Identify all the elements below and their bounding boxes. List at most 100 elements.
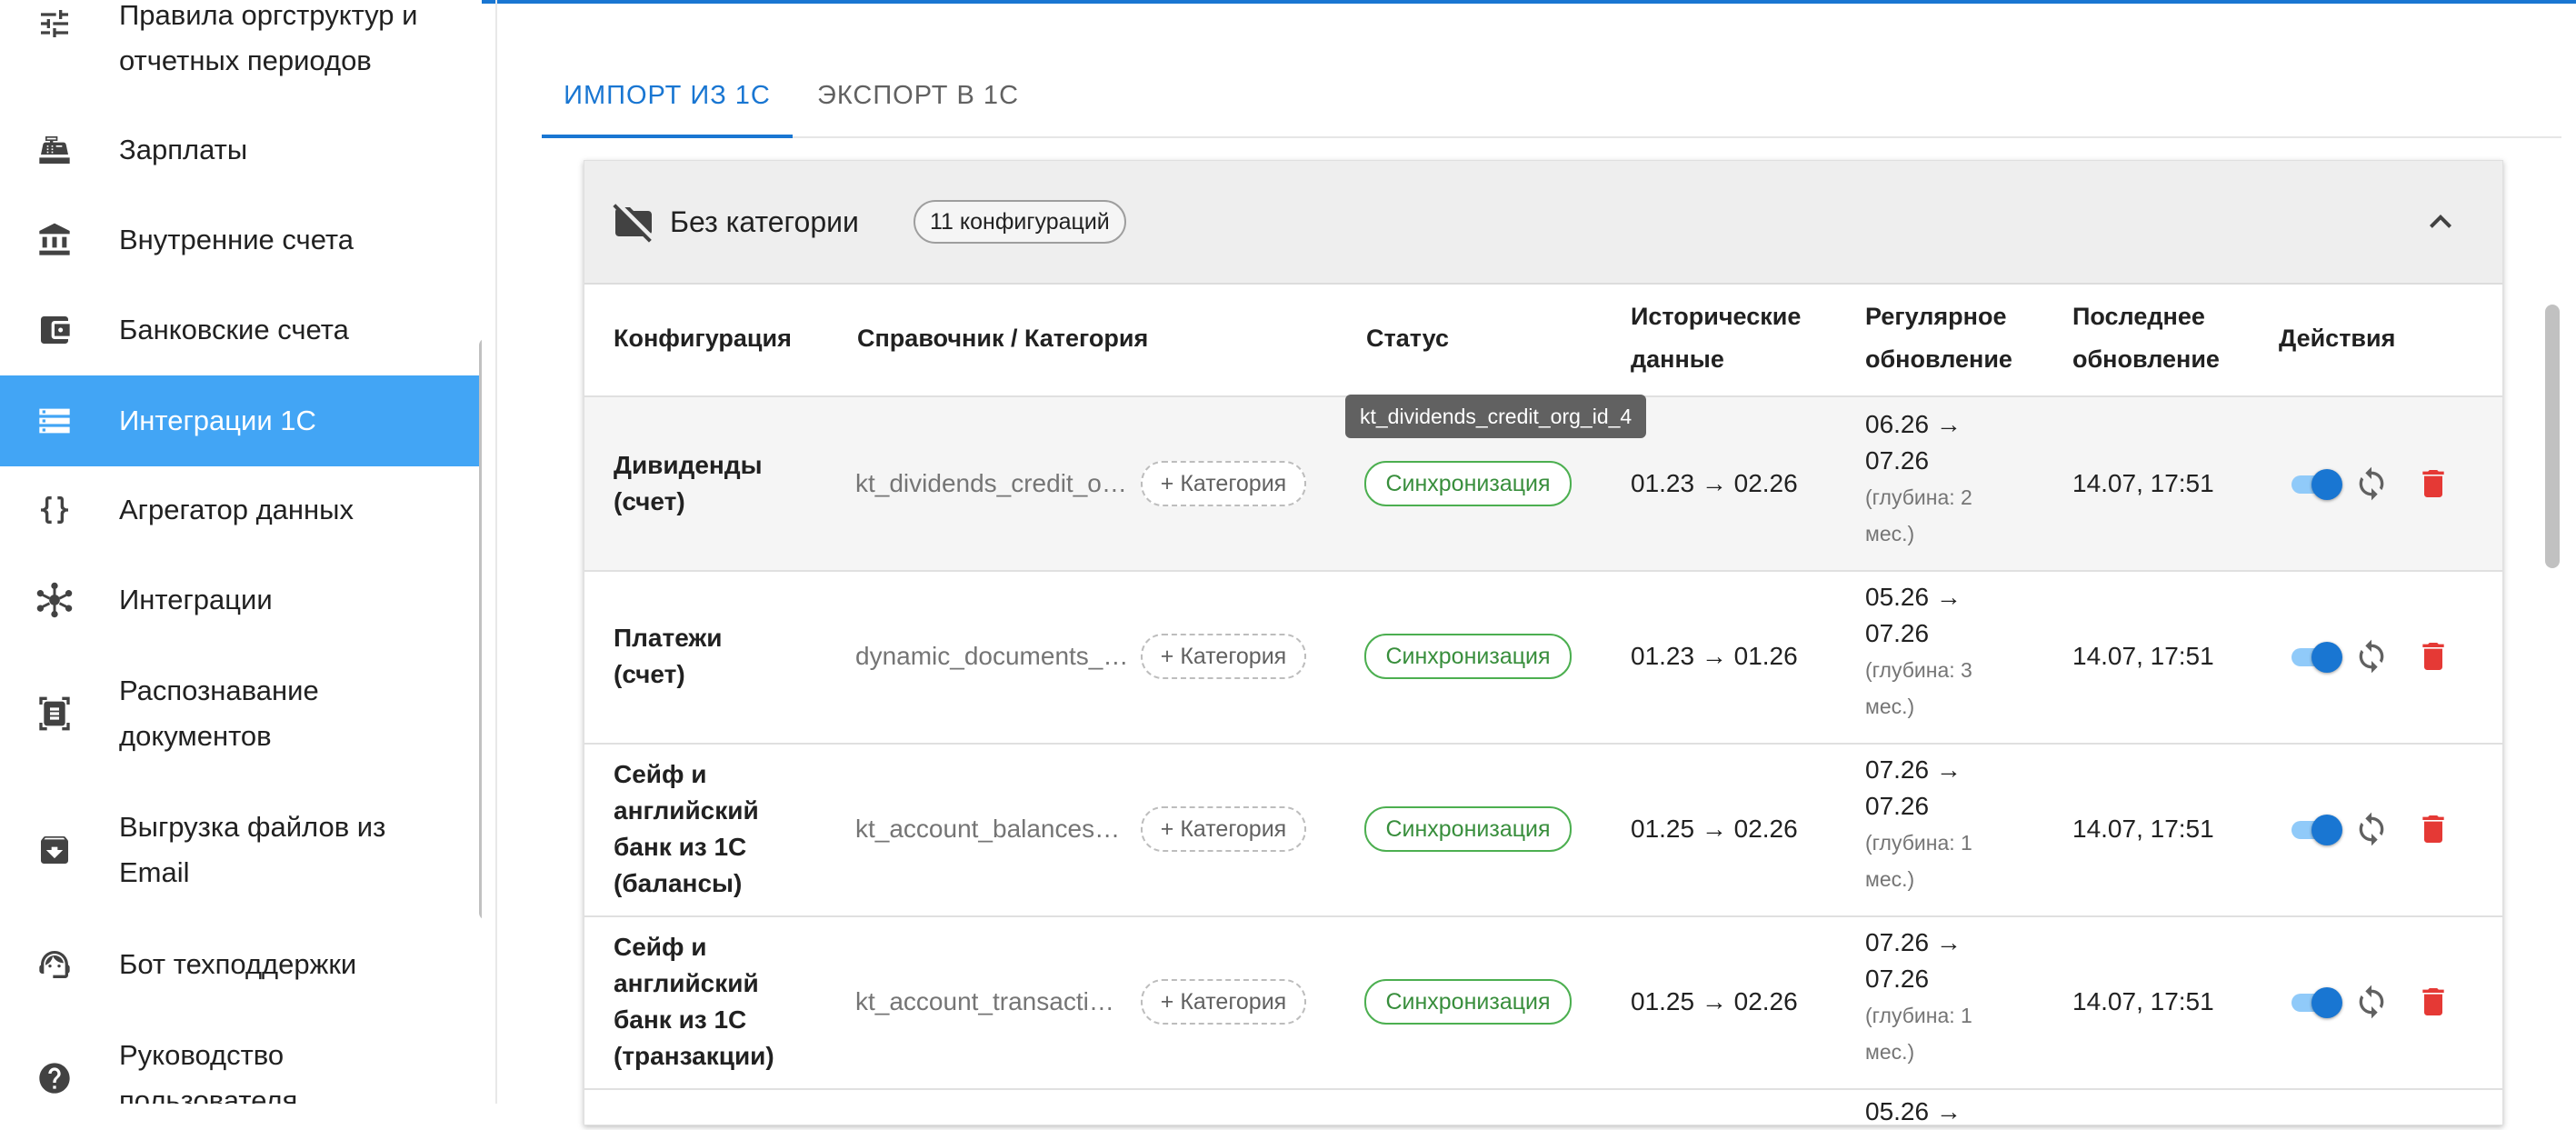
partial-row-regular-update: 05.26 → [1865, 1097, 1962, 1125]
col-regular: Регулярное обновление [1865, 303, 2012, 373]
sidebar-item-org-rules[interactable]: Правила оргструктур и отчетных периодов [0, 0, 482, 84]
ref-name[interactable]: kt_account_balances… [855, 811, 1120, 847]
enable-toggle[interactable] [2288, 638, 2342, 675]
col-config: Конфигурация [614, 325, 792, 352]
tune-icon [33, 2, 76, 45]
sidebar: Правила оргструктур и отчетных периодов … [0, 0, 482, 1104]
col-actions: Действия [2279, 325, 2396, 352]
historical-range: 01.23 → 01.26 [1631, 642, 1798, 670]
table-row[interactable]: Сейф и английский банк из 1С (транзакции) kt… [584, 915, 2502, 1090]
sidebar-item-1c-integrations[interactable]: Интеграции 1С [0, 375, 482, 466]
regular-update: 06.26 → 07.26 (глубина: 2 мес.) [1865, 410, 1972, 545]
enable-toggle[interactable] [2288, 465, 2342, 502]
support-agent-icon [33, 943, 76, 986]
add-category-button[interactable]: + Категория [1141, 979, 1306, 1025]
regular-update: 05.26 → 07.26 (глубина: 3 мес.) [1865, 583, 1972, 718]
add-category-button[interactable]: + Категория [1141, 461, 1306, 506]
sidebar-item-label: Банковские счета [119, 314, 349, 345]
config-count-badge: 11 конфигураций [914, 200, 1126, 244]
sidebar-item-label: Агрегатор данных [119, 494, 354, 525]
sync-icon[interactable] [2353, 811, 2390, 847]
sync-icon[interactable] [2353, 984, 2390, 1020]
main-scrollbar[interactable] [2545, 305, 2560, 568]
category-group-card: Без категории 11 конфигураций Конфигурац… [584, 160, 2503, 1125]
sidebar-item-label: Выгрузка файлов из Email [119, 811, 386, 888]
archive-icon [33, 828, 76, 872]
add-category-button[interactable]: + Категория [1141, 634, 1306, 679]
folder-off-icon [612, 200, 655, 244]
historical-range: 01.25 → 02.26 [1631, 987, 1798, 1015]
add-category-button[interactable]: + Категория [1141, 806, 1306, 852]
wallet-icon [33, 308, 76, 352]
sidebar-item-label: Правила оргструктур и отчетных периодов [119, 0, 418, 76]
ref-name[interactable]: kt_dividends_credit_o… [855, 465, 1127, 502]
last-update: 14.07, 17:51 [2072, 815, 2214, 843]
sidebar-item-label: Интеграции 1С [119, 405, 316, 436]
group-title: Без категории [670, 205, 859, 238]
config-name: Дивиденды (счет) [614, 451, 763, 515]
storage-icon [33, 399, 76, 443]
regular-update: 07.26 → 07.26 (глубина: 1 мес.) [1865, 928, 1972, 1064]
table-row[interactable]: Сейф и английский банк из 1С (балансы) kt_ac… [584, 743, 2502, 917]
config-name: Сейф и английский банк из 1С (транзакции) [614, 933, 774, 1070]
tab-export[interactable]: ЭКСПОРТ В 1С [793, 55, 1043, 136]
sidebar-item-label: Бот техподдержки [119, 948, 357, 980]
main-content: ИМПОРТ ИЗ 1С ЭКСПОРТ В 1С Без категории … [498, 4, 2576, 1125]
sidebar-item-label: Внутренние счета [119, 224, 354, 255]
table-header: Конфигурация Справочник / Категория Стат… [584, 285, 2502, 397]
tabs: ИМПОРТ ИЗ 1С ЭКСПОРТ В 1С [542, 55, 2561, 138]
historical-range: 01.25 → 02.26 [1631, 815, 1798, 843]
sidebar-divider [495, 0, 497, 1104]
enable-toggle[interactable] [2288, 984, 2342, 1020]
delete-icon[interactable] [2415, 811, 2451, 847]
last-update: 14.07, 17:51 [2072, 469, 2214, 497]
enable-toggle[interactable] [2288, 811, 2342, 847]
ref-name[interactable]: dynamic_documents_… [855, 638, 1128, 675]
sidebar-item-label: Интеграции [119, 584, 273, 615]
chevron-up-icon[interactable] [2419, 200, 2462, 244]
historical-range: 01.23 → 02.26 [1631, 469, 1798, 497]
sidebar-item-bank-accounts[interactable]: Банковские счета [0, 307, 482, 353]
status-badge: Синхронизация [1364, 806, 1572, 852]
help-icon [33, 1056, 76, 1100]
regular-update: 07.26 → 07.26 (глубина: 1 мес.) [1865, 755, 1972, 891]
sidebar-item-email-export[interactable]: Выгрузка файлов из Email [0, 805, 482, 895]
sync-icon[interactable] [2353, 465, 2390, 502]
col-ref: Справочник / Категория [857, 325, 1149, 352]
col-last-update: Последнее обновление [2072, 303, 2220, 373]
delete-icon[interactable] [2415, 465, 2451, 502]
delete-icon[interactable] [2415, 638, 2451, 675]
config-name: Платежи (счет) [614, 624, 723, 688]
bank-icon [33, 218, 76, 262]
col-status: Статус [1366, 325, 1449, 352]
sidebar-item-label: Зарплаты [119, 134, 248, 165]
sidebar-scrollbar[interactable] [479, 338, 482, 920]
code-braces-icon [33, 488, 76, 532]
last-update: 14.07, 17:51 [2072, 987, 2214, 1015]
ref-name[interactable]: kt_account_transacti… [855, 984, 1114, 1020]
config-name: Сейф и английский банк из 1С (балансы) [614, 760, 759, 897]
tab-import[interactable]: ИМПОРТ ИЗ 1С [542, 55, 793, 138]
sidebar-item-integrations[interactable]: Интеграции [0, 577, 482, 623]
status-badge: Синхронизация [1364, 634, 1572, 679]
document-scanner-icon [33, 692, 76, 735]
ref-tooltip: kt_dividends_credit_org_id_4 [1345, 395, 1647, 438]
sidebar-item-user-guide[interactable]: Руководство пользователя [0, 1033, 482, 1104]
sidebar-item-doc-recognition[interactable]: Распознавание документов [0, 668, 482, 759]
sidebar-item-data-aggregator[interactable]: Агрегатор данных [0, 487, 482, 533]
sync-icon[interactable] [2353, 638, 2390, 675]
last-update: 14.07, 17:51 [2072, 642, 2214, 670]
sidebar-item-salaries[interactable]: Зарплаты [0, 127, 482, 173]
status-badge: Синхронизация [1364, 979, 1572, 1025]
sidebar-item-support-bot[interactable]: Бот техподдержки [0, 942, 482, 987]
hub-icon [33, 578, 76, 622]
col-historical: Исторические данные [1631, 303, 1802, 373]
cash-register-icon [33, 128, 76, 172]
table-row[interactable]: Платежи (счет) dynamic_documents_… + Катего… [584, 570, 2502, 745]
status-badge: Синхронизация [1364, 461, 1572, 506]
sidebar-item-label: Распознавание документов [119, 675, 319, 752]
sidebar-item-label: Руководство пользователя [119, 1039, 298, 1104]
group-header[interactable]: Без категории 11 конфигураций [584, 161, 2502, 285]
sidebar-item-internal-accounts[interactable]: Внутренние счета [0, 217, 482, 263]
delete-icon[interactable] [2415, 984, 2451, 1020]
